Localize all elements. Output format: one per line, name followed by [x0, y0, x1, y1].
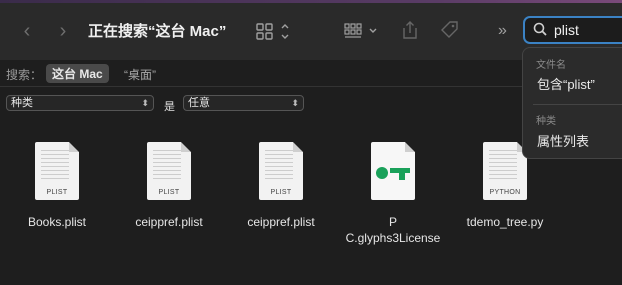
- chevron-updown-icon: ⬍: [141, 98, 149, 108]
- tag-icon: [441, 21, 458, 38]
- search-field[interactable]: plist: [523, 16, 622, 44]
- criteria-value-select[interactable]: 任意 ⬍: [183, 95, 304, 111]
- search-icon: [533, 21, 547, 42]
- python-file-icon: PYTHON: [483, 142, 527, 200]
- file-name: Books.plist: [27, 215, 87, 229]
- search-suggestions-popup: 文件名 包含“plist” 种类 属性列表: [522, 47, 622, 159]
- group-button[interactable]: [344, 18, 384, 44]
- share-icon: [403, 21, 417, 39]
- scope-desktop-button[interactable]: “桌面”: [124, 66, 156, 83]
- divider: [533, 104, 622, 105]
- suggestion-filename-contains[interactable]: 包含“plist”: [537, 74, 595, 93]
- more-toolbar-button[interactable]: »: [498, 18, 507, 44]
- back-button[interactable]: ‹: [16, 20, 38, 42]
- grid-view-icon: [256, 23, 289, 40]
- criteria-attribute-value: 种类: [11, 97, 33, 109]
- plist-file-icon: PLIST: [147, 142, 191, 200]
- file-item[interactable]: PLIST Books.plist: [2, 142, 112, 230]
- file-name: ceippref.plist: [135, 215, 203, 229]
- file-name: tdemo_tree.py: [466, 215, 544, 229]
- chevron-updown-icon: ⬍: [291, 98, 299, 108]
- share-button[interactable]: [400, 18, 420, 44]
- tag-button[interactable]: [438, 18, 460, 44]
- suggestion-kind-property-list[interactable]: 属性列表: [537, 131, 589, 150]
- criteria-attribute-select[interactable]: 种类 ⬍: [6, 95, 154, 111]
- window-title: 正在搜索“这台 Mac”: [88, 23, 227, 40]
- criteria-value: 任意: [188, 97, 210, 109]
- file-item[interactable]: PLIST ceippref.plist: [114, 142, 224, 230]
- file-item[interactable]: PLIST ceippref.plist: [226, 142, 336, 230]
- chevron-right-icon: ›: [59, 20, 67, 42]
- search-input[interactable]: plist: [554, 22, 579, 38]
- file-name: ceippref.plist: [247, 215, 315, 229]
- file-item[interactable]: P C.glyphs3License: [338, 142, 448, 246]
- view-mode-button[interactable]: [256, 18, 292, 44]
- plist-file-icon: PLIST: [35, 142, 79, 200]
- chevron-double-right-icon: »: [498, 22, 507, 39]
- scope-this-mac-button[interactable]: 这台 Mac: [46, 64, 109, 83]
- forward-button[interactable]: ›: [52, 20, 74, 42]
- suggestion-section-filename: 文件名: [536, 60, 566, 71]
- plist-file-icon: PLIST: [259, 142, 303, 200]
- criteria-operator-label: 是: [164, 101, 175, 113]
- suggestion-section-kind: 种类: [536, 116, 556, 127]
- file-name: P C.glyphs3License: [345, 215, 441, 245]
- scope-label: 搜索：: [6, 68, 43, 82]
- glyphs-license-file-icon: [371, 142, 415, 200]
- group-by-icon: [344, 23, 377, 38]
- chevron-left-icon: ‹: [23, 20, 31, 42]
